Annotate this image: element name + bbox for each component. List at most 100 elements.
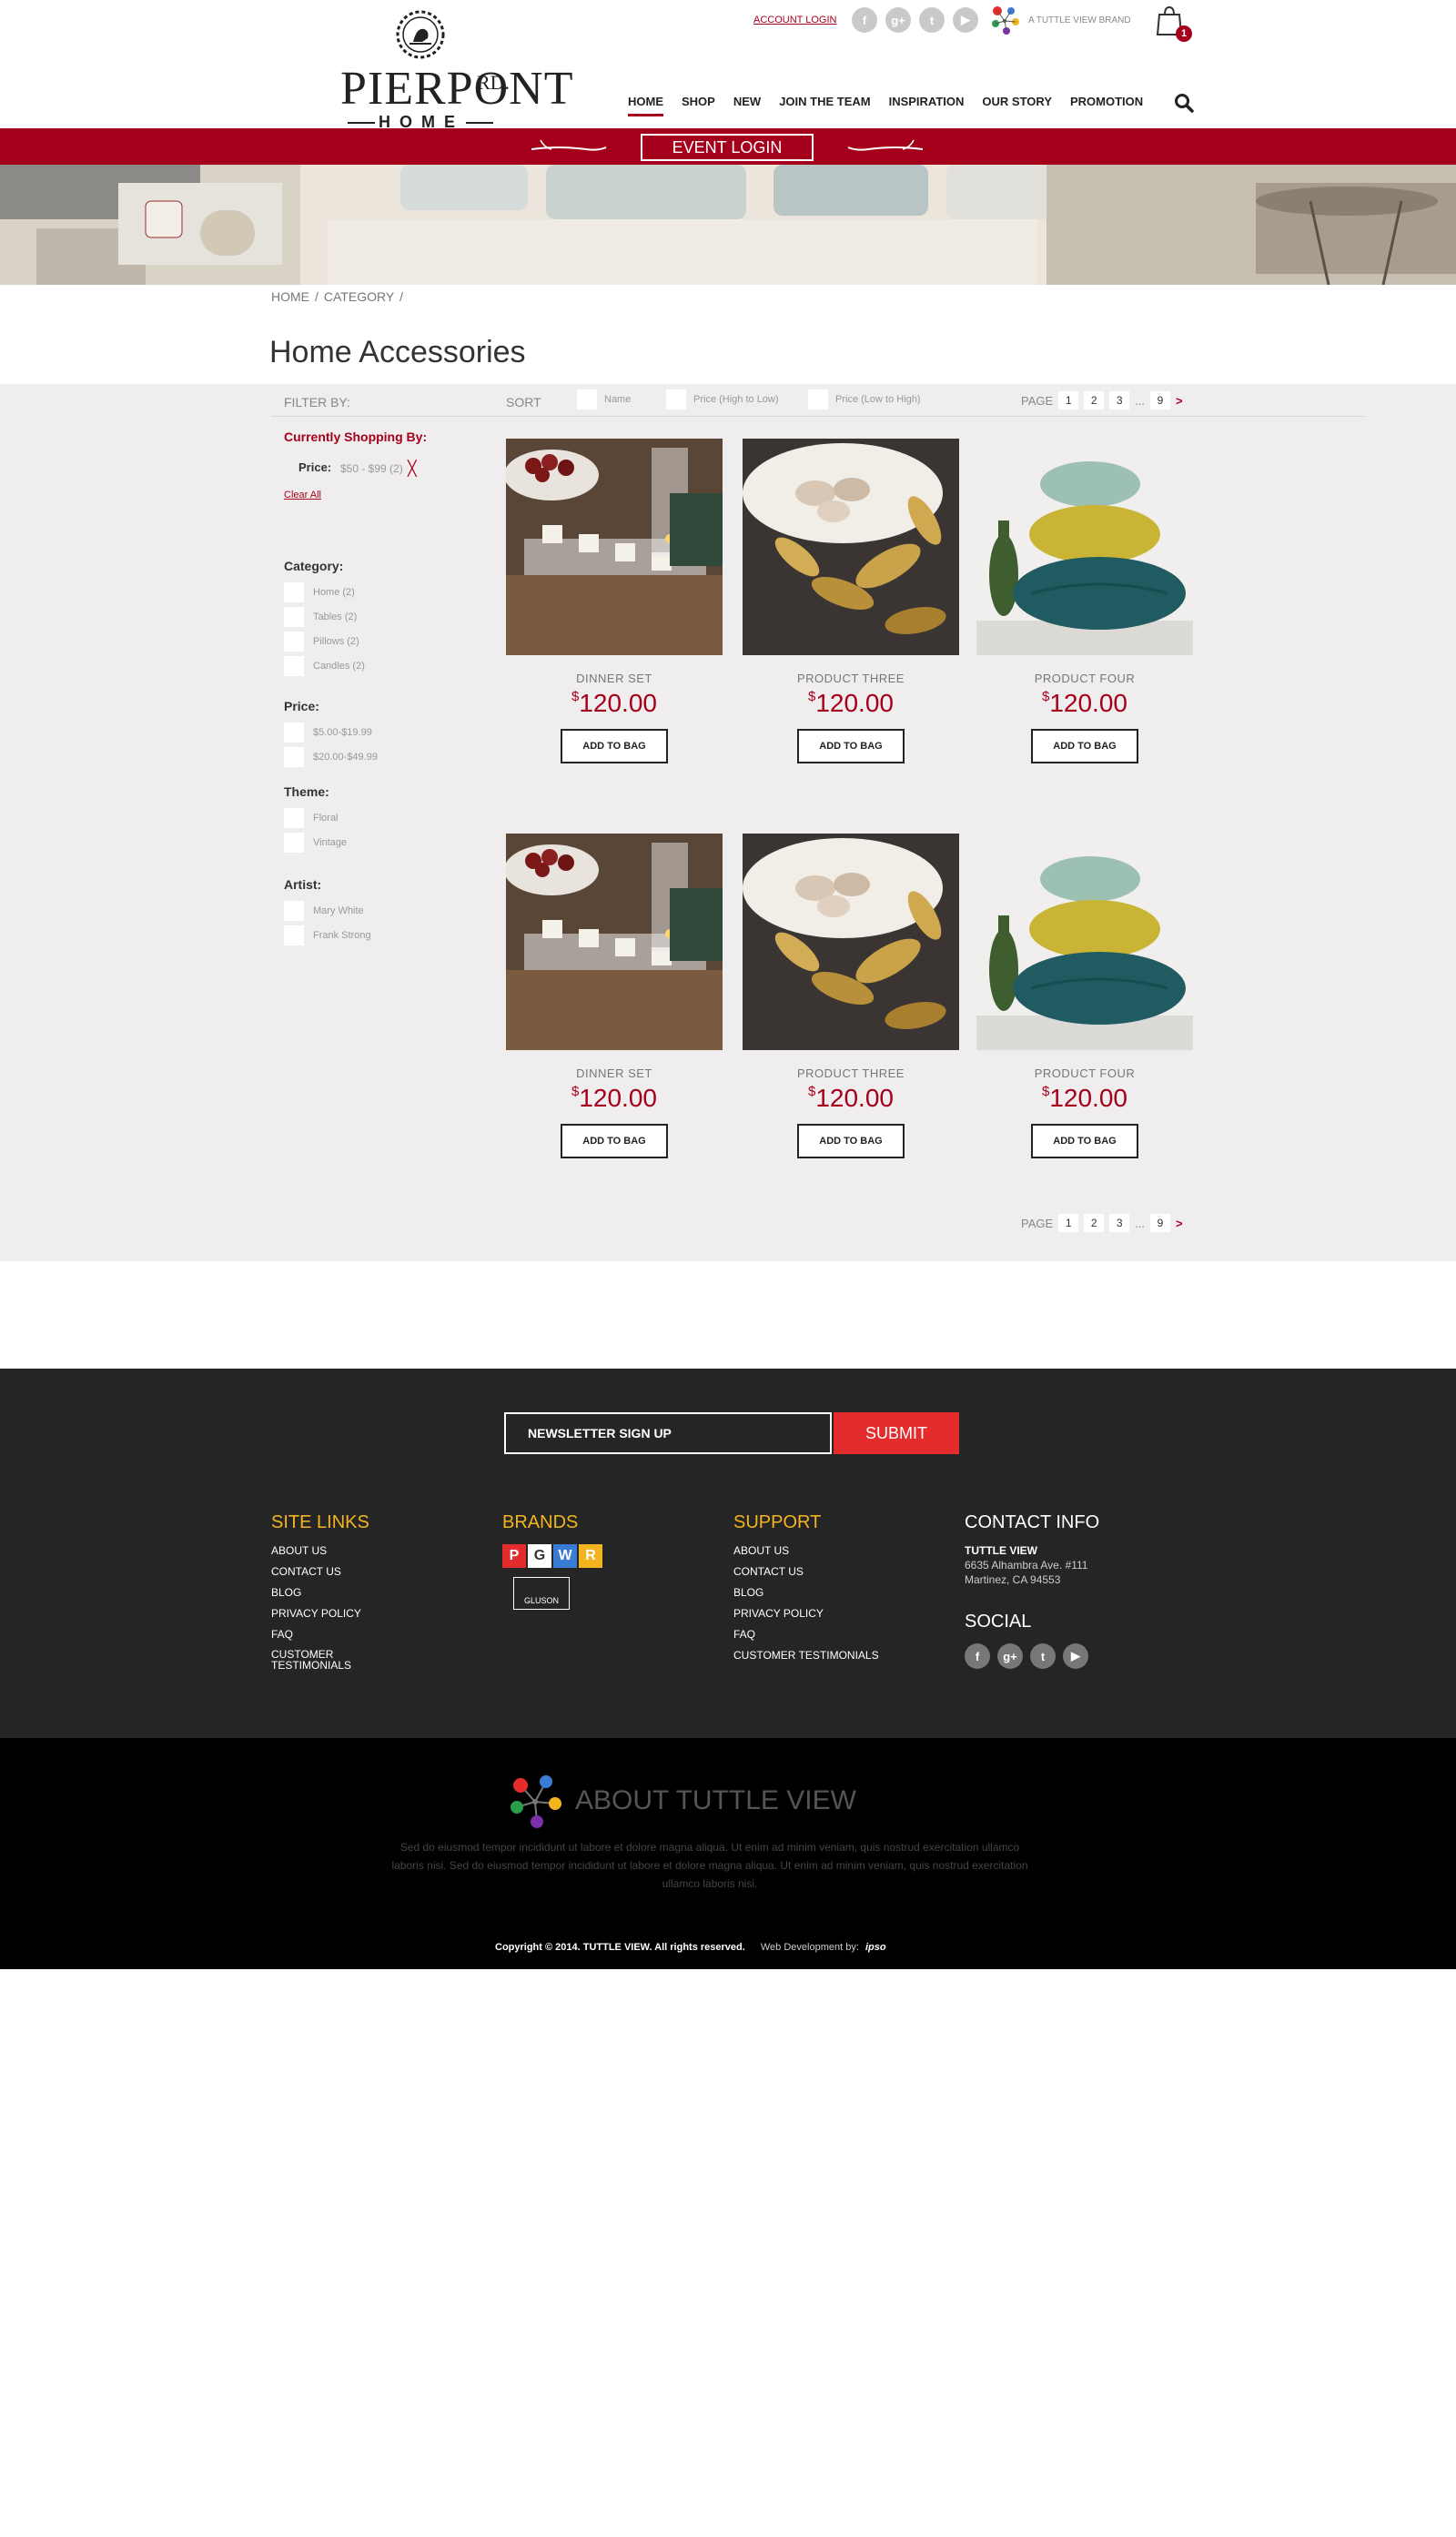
nav-item-promotion[interactable]: PROMOTION bbox=[1070, 95, 1143, 116]
page-2-link[interactable]: 2 bbox=[1084, 1214, 1105, 1232]
add-to-bag-button[interactable]: ADD TO BAG bbox=[561, 1124, 668, 1158]
nav-item-home[interactable]: HOME bbox=[628, 95, 663, 116]
gluson-brand-logo[interactable]: GLUSON bbox=[513, 1577, 570, 1610]
facet-option[interactable]: $20.00-$49.99 bbox=[284, 747, 378, 767]
price-amount: 120.00 bbox=[815, 689, 894, 717]
facet-option[interactable]: Frank Strong bbox=[284, 925, 371, 945]
breadcrumb-home[interactable]: HOME bbox=[271, 289, 309, 304]
product-name[interactable]: PRODUCT FOUR bbox=[976, 672, 1193, 685]
sort-price-low-option[interactable]: Price (Low to High) bbox=[808, 389, 921, 409]
add-to-bag-button[interactable]: ADD TO BAG bbox=[797, 729, 905, 763]
product-image[interactable] bbox=[976, 439, 1193, 655]
add-to-bag-button[interactable]: ADD TO BAG bbox=[797, 1124, 905, 1158]
facet-checkbox[interactable] bbox=[284, 723, 304, 743]
footer-link[interactable]: CONTACT US bbox=[271, 1565, 369, 1578]
google-plus-icon[interactable]: g+ bbox=[885, 7, 911, 33]
footer-link[interactable]: CUSTOMER TESTIMONIALS bbox=[271, 1649, 362, 1671]
filter-by-label: FILTER BY: bbox=[284, 395, 350, 409]
facebook-icon[interactable]: f bbox=[852, 7, 877, 33]
search-icon[interactable] bbox=[1174, 93, 1194, 113]
footer-link[interactable]: CONTACT US bbox=[733, 1565, 879, 1578]
facet-checkbox[interactable] bbox=[284, 901, 304, 921]
page-3-link[interactable]: 3 bbox=[1109, 391, 1130, 409]
nav-item-our-story[interactable]: OUR STORY bbox=[982, 95, 1052, 116]
add-to-bag-button[interactable]: ADD TO BAG bbox=[1031, 1124, 1138, 1158]
pierpont-logo[interactable]: PIERPONT RD. HOME bbox=[339, 9, 572, 131]
page-2-link[interactable]: 2 bbox=[1084, 391, 1105, 409]
next-page-link[interactable]: > bbox=[1176, 394, 1183, 408]
sort-price-low-checkbox[interactable] bbox=[808, 389, 828, 409]
twitter-icon[interactable]: t bbox=[919, 7, 945, 33]
footer-link[interactable]: PRIVACY POLICY bbox=[271, 1607, 369, 1620]
footer-link[interactable]: FAQ bbox=[271, 1628, 369, 1641]
product-image[interactable] bbox=[743, 834, 959, 1050]
tuttle-view-brand[interactable]: A TUTTLE VIEW BRAND bbox=[988, 5, 1134, 36]
facet-option[interactable]: Mary White bbox=[284, 901, 371, 921]
sort-price-high-checkbox[interactable] bbox=[666, 389, 686, 409]
facet-option[interactable]: Pillows (2) bbox=[284, 632, 365, 652]
product-image[interactable] bbox=[743, 439, 959, 655]
facet-option[interactable]: Vintage bbox=[284, 833, 347, 853]
page-1-link[interactable]: 1 bbox=[1058, 1214, 1079, 1232]
facet-option[interactable]: Tables (2) bbox=[284, 607, 365, 627]
footer-link[interactable]: CUSTOMER TESTIMONIALS bbox=[733, 1649, 879, 1662]
sort-name-checkbox[interactable] bbox=[577, 389, 597, 409]
footer-link[interactable]: ABOUT US bbox=[733, 1544, 879, 1557]
product-name[interactable]: DINNER SET bbox=[506, 1066, 723, 1080]
twitter-icon[interactable]: t bbox=[1030, 1643, 1056, 1669]
facet-checkbox[interactable] bbox=[284, 656, 304, 676]
brand-tiles[interactable]: P G W R bbox=[502, 1544, 602, 1568]
nav-item-inspiration[interactable]: INSPIRATION bbox=[889, 95, 965, 116]
product-name[interactable]: DINNER SET bbox=[506, 672, 723, 685]
page-3-link[interactable]: 3 bbox=[1109, 1214, 1130, 1232]
facet-option[interactable]: Home (2) bbox=[284, 582, 365, 602]
facet-checkbox[interactable] bbox=[284, 747, 304, 767]
facet-checkbox[interactable] bbox=[284, 632, 304, 652]
youtube-icon[interactable]: ▶ bbox=[1063, 1643, 1088, 1669]
product-image[interactable] bbox=[506, 439, 723, 655]
clear-all-link[interactable]: Clear All bbox=[284, 490, 321, 500]
sort-price-high-option[interactable]: Price (High to Low) bbox=[666, 389, 779, 409]
youtube-icon[interactable]: ▶ bbox=[953, 7, 978, 33]
footer-link[interactable]: BLOG bbox=[733, 1586, 879, 1599]
page-9-link[interactable]: 9 bbox=[1150, 1214, 1171, 1232]
page-1-link[interactable]: 1 bbox=[1058, 391, 1079, 409]
shopping-bag-button[interactable]: 1 bbox=[1156, 5, 1192, 42]
sort-name-option[interactable]: Name bbox=[577, 389, 631, 409]
facebook-icon[interactable]: f bbox=[965, 1643, 990, 1669]
nav-item-new[interactable]: NEW bbox=[733, 95, 761, 116]
newsletter-input[interactable]: NEWSLETTER SIGN UP bbox=[504, 1412, 832, 1454]
facet-checkbox[interactable] bbox=[284, 833, 304, 853]
logo-rule-left bbox=[348, 122, 375, 124]
remove-filter-icon[interactable]: ╳ bbox=[408, 460, 417, 478]
add-to-bag-button[interactable]: ADD TO BAG bbox=[561, 729, 668, 763]
nav-item-join-the-team[interactable]: JOIN THE TEAM bbox=[779, 95, 870, 116]
newsletter-submit-button[interactable]: SUBMIT bbox=[834, 1412, 959, 1454]
next-page-link[interactable]: > bbox=[1176, 1217, 1183, 1230]
google-plus-icon[interactable]: g+ bbox=[997, 1643, 1023, 1669]
product-name[interactable]: PRODUCT THREE bbox=[743, 1066, 959, 1080]
facet-checkbox[interactable] bbox=[284, 808, 304, 828]
facet-option[interactable]: Floral bbox=[284, 808, 347, 828]
footer-link[interactable]: FAQ bbox=[733, 1628, 879, 1641]
facet-checkbox[interactable] bbox=[284, 607, 304, 627]
product-image[interactable] bbox=[976, 834, 1193, 1050]
nav-item-shop[interactable]: SHOP bbox=[682, 95, 715, 116]
ipso-logo[interactable]: ipso bbox=[865, 1942, 886, 1953]
product-name[interactable]: PRODUCT FOUR bbox=[976, 1066, 1193, 1080]
page-9-link[interactable]: 9 bbox=[1150, 391, 1171, 409]
event-login-button[interactable]: EVENT LOGIN bbox=[641, 134, 814, 161]
footer-link[interactable]: BLOG bbox=[271, 1586, 369, 1599]
add-to-bag-button[interactable]: ADD TO BAG bbox=[1031, 729, 1138, 763]
footer-link[interactable]: PRIVACY POLICY bbox=[733, 1607, 879, 1620]
facet-checkbox[interactable] bbox=[284, 582, 304, 602]
breadcrumb-category[interactable]: CATEGORY bbox=[324, 289, 394, 304]
facet-option[interactable]: $5.00-$19.99 bbox=[284, 723, 378, 743]
product-image[interactable] bbox=[506, 834, 723, 1050]
facet-option[interactable]: Candles (2) bbox=[284, 656, 365, 676]
footer-link[interactable]: ABOUT US bbox=[271, 1544, 369, 1557]
product-name[interactable]: PRODUCT THREE bbox=[743, 672, 959, 685]
account-login-link[interactable]: ACCOUNT LOGIN bbox=[753, 15, 836, 25]
pagination-bottom: PAGE 1 2 3 ... 9 > bbox=[1021, 1214, 1183, 1232]
facet-checkbox[interactable] bbox=[284, 925, 304, 945]
